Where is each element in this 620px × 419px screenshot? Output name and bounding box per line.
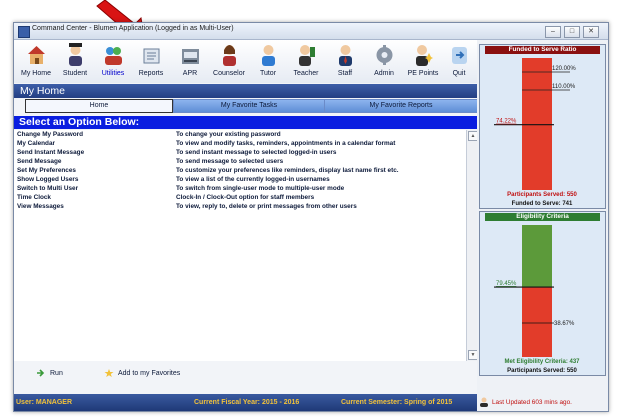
- option-name: Set My Preferences: [17, 167, 76, 174]
- option-row-view-messages[interactable]: View Messages To view, reply to, delete o…: [14, 202, 466, 211]
- page-title: My Home: [20, 85, 65, 97]
- counselor-icon: [223, 45, 236, 66]
- option-name: My Calendar: [17, 140, 56, 147]
- apr-icon: [182, 49, 199, 64]
- option-description: To change your existing password: [176, 131, 281, 138]
- option-row-switch-multi-user[interactable]: Switch to Multi User To switch from singl…: [14, 184, 466, 193]
- option-description: To send instant message to selected logg…: [176, 149, 337, 156]
- funded-gauge-bar: [522, 58, 552, 190]
- option-row-change-password[interactable]: Change My Password To change your existin…: [14, 130, 466, 139]
- right-panel: Funded to Serve Ratio 120.00% 110.00% 74…: [477, 40, 608, 411]
- funded-label-high: 120.00%: [552, 66, 576, 72]
- user-status-icon: [480, 397, 488, 408]
- app-icon: [18, 26, 30, 38]
- option-row-set-preferences[interactable]: Set My Preferences To customize your pref…: [14, 166, 466, 175]
- option-name: Time Clock: [17, 194, 51, 201]
- funded-label-current: 74.22%: [496, 119, 517, 125]
- option-description: To send message to selected users: [176, 158, 284, 165]
- minimize-button[interactable]: –: [545, 26, 561, 38]
- option-row-time-clock[interactable]: Time Clock Clock-In / Clock-Out option fo…: [14, 193, 466, 202]
- option-name: Switch to Multi User: [17, 185, 79, 192]
- add-to-favorites-button[interactable]: Add to my Favorites: [104, 369, 180, 379]
- eligibility-label-top: 79.45%: [496, 281, 517, 287]
- tab-favorite-reports[interactable]: My Favorite Reports: [324, 99, 478, 113]
- option-name: Send Instant Message: [17, 149, 85, 156]
- star-icon: [104, 369, 114, 378]
- pe-points-icon: [416, 45, 433, 66]
- option-row-send-instant-message[interactable]: Send Instant Message To send instant mess…: [14, 148, 466, 157]
- reports-icon: [143, 48, 160, 64]
- option-name: Change My Password: [17, 131, 84, 138]
- option-name: Show Logged Users: [17, 176, 79, 183]
- main-toolbar: My Home Student Utilities Reports APR Co…: [14, 40, 477, 83]
- bottom-actions: Run Add to my Favorites: [14, 365, 477, 387]
- teacher-icon: [299, 45, 315, 66]
- quit-icon: [452, 47, 467, 64]
- option-name: View Messages: [17, 203, 64, 210]
- option-description: To view and modify tasks, reminders, app…: [176, 140, 396, 147]
- house-icon: [28, 46, 45, 64]
- funded-label-mid: 110.00%: [552, 84, 576, 90]
- option-row-send-message[interactable]: Send Message To send message to selected …: [14, 157, 466, 166]
- option-description: To view, reply to, delete or print messa…: [176, 203, 357, 210]
- options-scrollbar[interactable]: ▲ ▼: [466, 130, 478, 361]
- status-bar: User: MANAGER Current Fiscal Year: 2015 …: [14, 394, 477, 411]
- met-eligibility-count: Met Eligibility Criteria: 437: [504, 359, 580, 365]
- tutor-icon: [262, 45, 275, 66]
- option-row-show-logged-users[interactable]: Show Logged Users To view a list of the c…: [14, 175, 466, 184]
- title-bar: Command Center - Blumen Application (Log…: [14, 23, 608, 40]
- toolbar-quit[interactable]: Quit: [439, 40, 479, 83]
- options-heading: Select an Option Below:: [19, 116, 140, 128]
- option-description: To switch from single-user mode to multi…: [176, 185, 345, 192]
- options-list: Change My Password To change your existin…: [14, 130, 466, 361]
- utilities-icon: [105, 47, 122, 65]
- funded-participants-served: Participants Served: 550: [507, 192, 577, 198]
- option-description: To view a list of the currently logged-i…: [176, 176, 330, 183]
- run-label: Run: [50, 370, 63, 377]
- run-button[interactable]: Run: [36, 369, 63, 379]
- last-updated-text: Last Updated 603 mins ago.: [492, 399, 572, 406]
- current-semester: Current Semester: Spring of 2015: [341, 399, 453, 406]
- funded-to-serve-panel: Funded to Serve Ratio 120.00% 110.00% 74…: [479, 44, 606, 209]
- funded-to-serve-count: Funded to Serve: 741: [512, 201, 573, 207]
- eligibility-panel: Eligibility Criteria 79.45% 38.67% Met E…: [479, 211, 606, 376]
- option-description: To customize your preferences like remin…: [176, 167, 399, 174]
- option-description: Clock-In / Clock-Out option for staff me…: [176, 194, 315, 201]
- staff-icon: [339, 45, 352, 66]
- option-row-my-calendar[interactable]: My Calendar To view and modify tasks, rem…: [14, 139, 466, 148]
- funded-gauge: 120.00% 110.00% 74.22% Participants Serv…: [494, 58, 578, 207]
- window-title: Command Center - Blumen Application (Log…: [32, 25, 234, 32]
- eligibility-gauge-bar-green: [522, 225, 552, 288]
- admin-gear-icon: [376, 45, 393, 65]
- option-name: Send Message: [17, 158, 62, 165]
- eligibility-participants-served: Participants Served: 550: [507, 368, 577, 374]
- eligibility-label-bottom: 38.67%: [554, 321, 575, 327]
- page-title-bar: My Home: [14, 84, 477, 98]
- options-heading-bar: Select an Option Below:: [14, 116, 477, 129]
- app-window: Command Center - Blumen Application (Log…: [13, 22, 609, 412]
- fiscal-year: Current Fiscal Year: 2015 - 2016: [194, 399, 300, 406]
- tab-favorite-tasks[interactable]: My Favorite Tasks: [173, 99, 325, 113]
- current-user: User: MANAGER: [16, 399, 73, 406]
- close-button[interactable]: ✕: [583, 26, 599, 38]
- eligibility-gauge: 79.45% 38.67% Met Eligibility Criteria: …: [494, 225, 580, 374]
- tab-strip: Home My Favorite Tasks My Favorite Repor…: [14, 99, 478, 113]
- run-icon: [37, 369, 45, 377]
- student-icon: [69, 43, 82, 66]
- add-favorites-label: Add to my Favorites: [118, 370, 181, 377]
- tab-home[interactable]: Home: [25, 99, 173, 113]
- maximize-button[interactable]: □: [564, 26, 580, 38]
- last-updated: Last Updated 603 mins ago.: [479, 397, 606, 409]
- main-area: My Home Student Utilities Reports APR Co…: [14, 40, 478, 411]
